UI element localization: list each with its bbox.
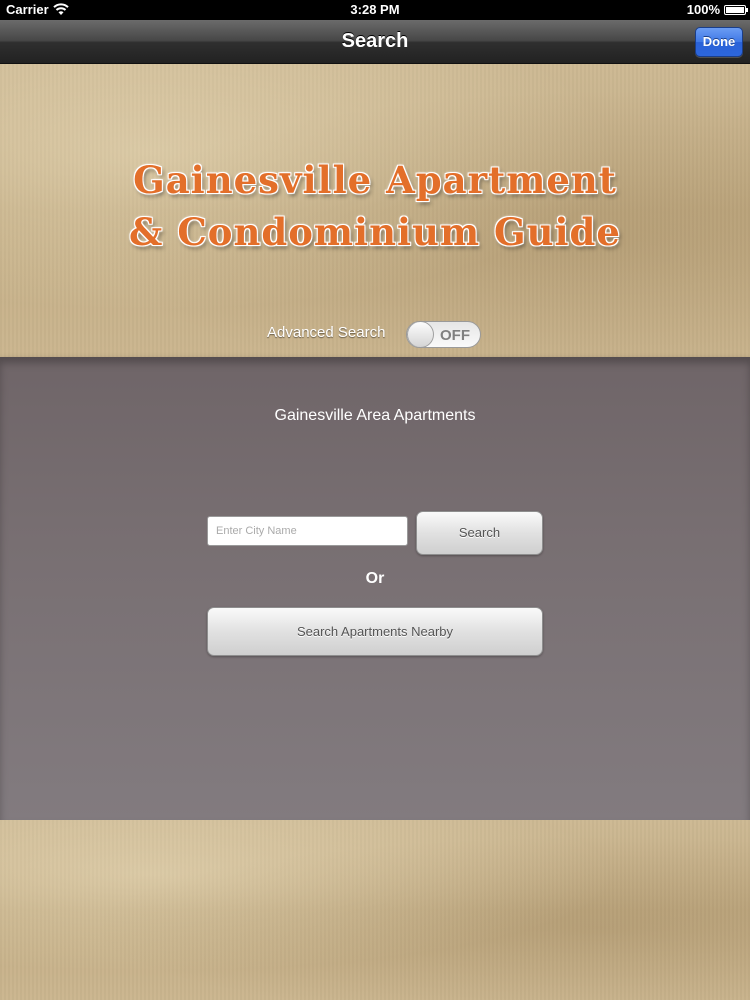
advanced-search-label: Advanced Search <box>267 324 386 341</box>
app-title: Gainesville Apartment & Condominium Guid… <box>0 154 750 258</box>
toggle-knob <box>407 322 434 347</box>
footer-background <box>0 820 750 1000</box>
app-title-line-2: & Condominium Guide <box>129 210 621 254</box>
search-panel: Gainesville Area Apartments Search Or Se… <box>0 357 750 820</box>
status-bar: Carrier 3:28 PM 100% <box>0 0 750 20</box>
advanced-search-toggle[interactable]: OFF <box>406 321 481 348</box>
or-separator: Or <box>365 570 385 587</box>
toggle-state-label: OFF <box>440 327 470 344</box>
battery-icon <box>724 5 748 15</box>
app-title-line-1: Gainesville Apartment <box>133 158 617 202</box>
city-name-input[interactable] <box>207 516 408 546</box>
panel-title: Gainesville Area Apartments <box>274 407 476 424</box>
battery-percentage: 100% <box>686 2 720 17</box>
done-button[interactable]: Done <box>695 27 743 57</box>
time-label: 3:28 PM <box>350 2 400 17</box>
nav-title: Search <box>341 30 409 52</box>
search-nearby-button[interactable]: Search Apartments Nearby <box>207 607 543 656</box>
search-button[interactable]: Search <box>416 511 543 555</box>
header-background: Gainesville Apartment & Condominium Guid… <box>0 64 750 357</box>
navigation-bar: Search Done <box>0 20 750 64</box>
